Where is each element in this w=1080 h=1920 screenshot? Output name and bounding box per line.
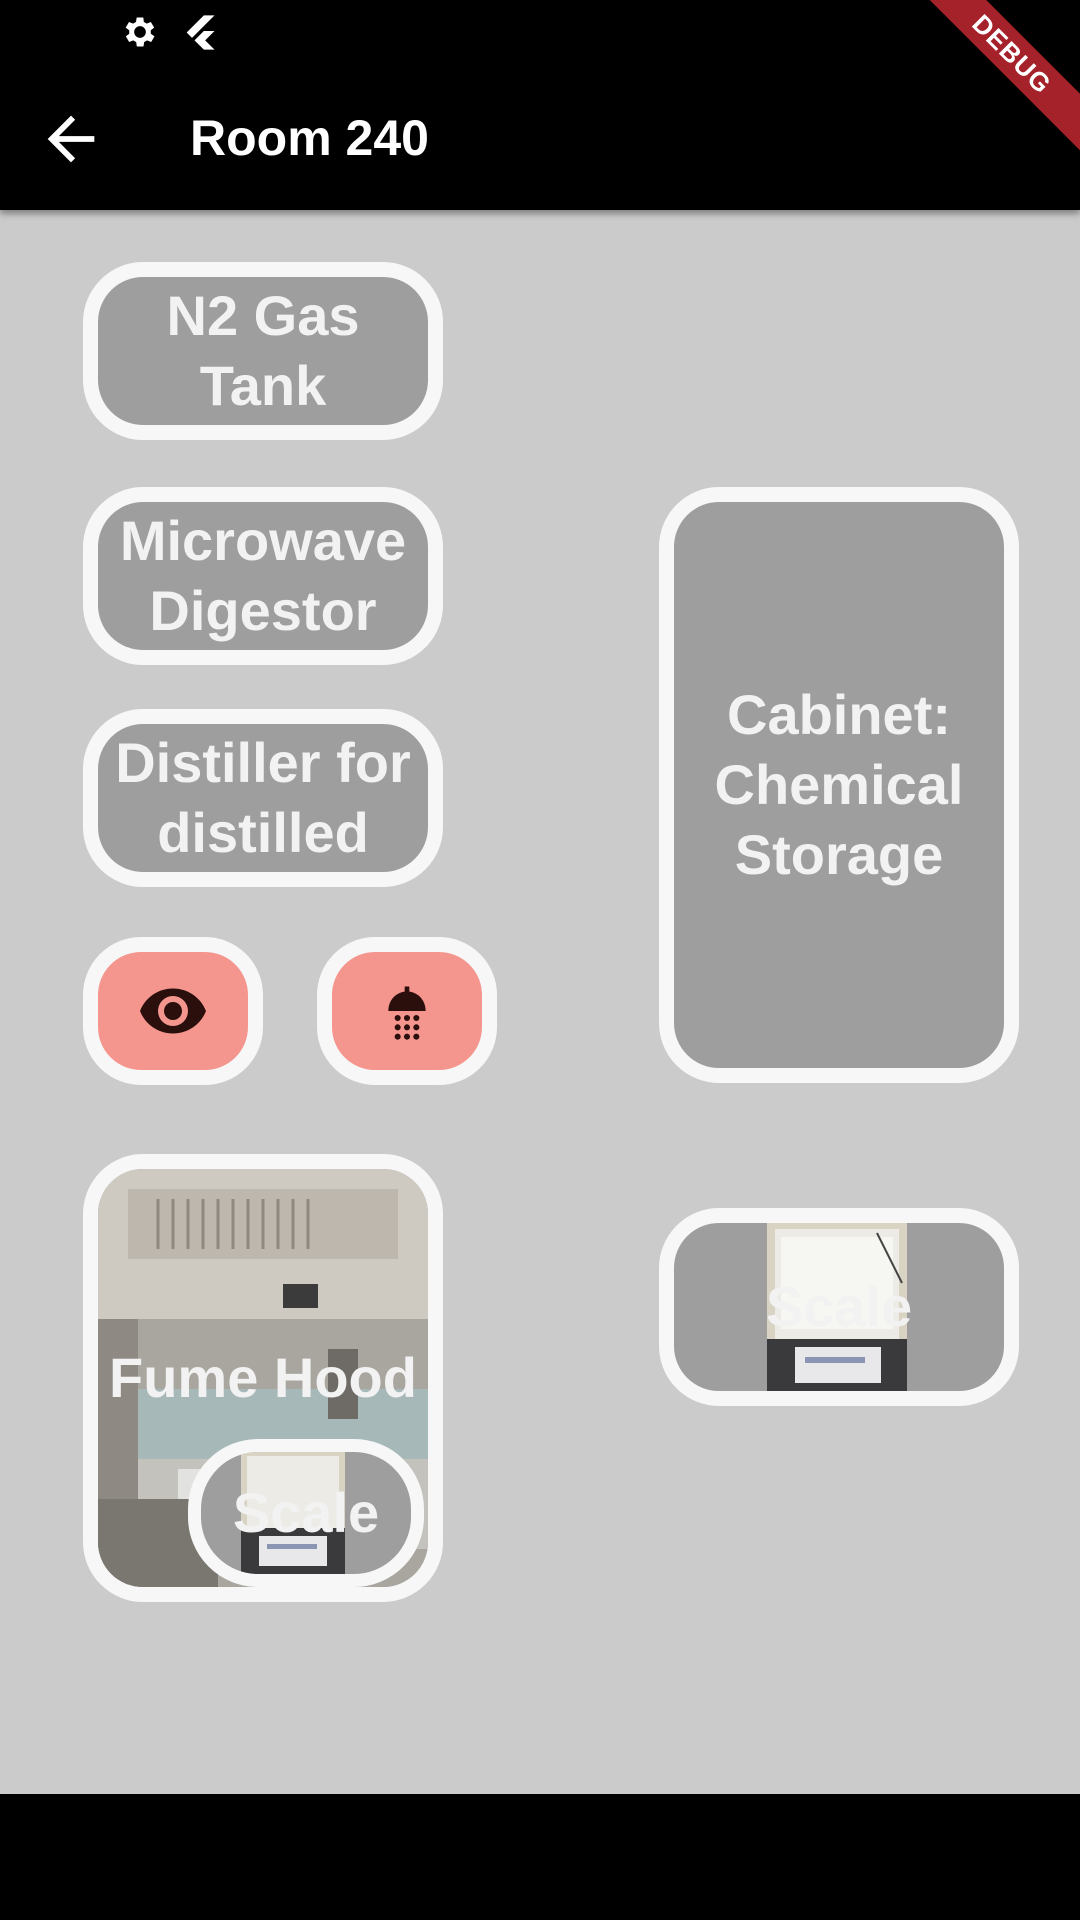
flutter-logo-icon: [186, 15, 215, 50]
safety-shower-button[interactable]: [317, 937, 497, 1085]
shower-icon: [388, 986, 426, 1040]
settings-gear-icon: [125, 17, 155, 47]
scale-inset-tile[interactable]: Scale: [188, 1439, 424, 1587]
status-bar: [0, 0, 1080, 64]
chemical-storage-cabinet-tile[interactable]: Cabinet: Chemical Storage: [659, 487, 1019, 1083]
tile-label: Fume Hood: [109, 1346, 417, 1409]
eyewash-station-button[interactable]: [83, 937, 263, 1085]
fume-hood-tile[interactable]: Fume Hood Scale: [83, 1154, 443, 1602]
distiller-tile[interactable]: Distiller for distilled: [83, 709, 443, 887]
tile-label: Cabinet: Chemical Storage: [714, 683, 964, 886]
tile-label: Scale: [765, 1275, 913, 1338]
back-button[interactable]: [36, 104, 106, 174]
app-bar: Room 240: [0, 64, 1080, 210]
n2-gas-tank-tile[interactable]: N2 Gas Tank: [83, 262, 443, 440]
page-title: Room 240: [190, 110, 429, 166]
tile-label: Scale: [232, 1481, 380, 1544]
arrow-back-icon: [47, 115, 95, 163]
tile-label: Distiller for distilled: [115, 731, 411, 864]
tile-label: Microwave Digestor: [119, 509, 407, 642]
system-navigation-bar: [0, 1794, 1080, 1920]
eye-icon: [140, 988, 206, 1034]
tile-label: N2 Gas Tank: [166, 284, 360, 417]
scale-tile[interactable]: Scale: [659, 1208, 1019, 1406]
microwave-digestor-tile[interactable]: Microwave Digestor: [83, 487, 443, 665]
